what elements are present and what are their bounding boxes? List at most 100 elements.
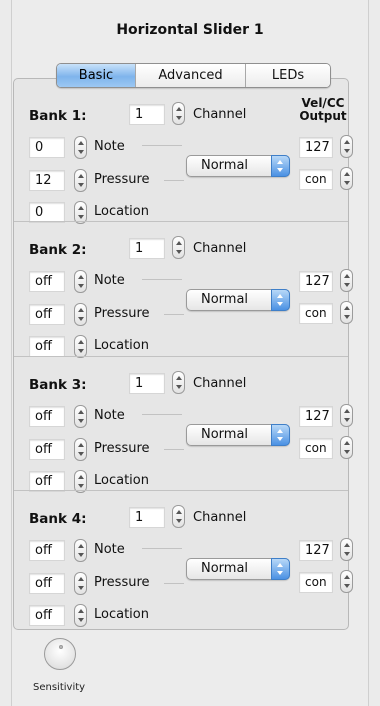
decrement-arrow-icon[interactable] (78, 150, 84, 154)
pressure-field[interactable]: off (29, 439, 65, 460)
increment-arrow-icon[interactable] (78, 141, 84, 145)
velocity-stepper[interactable] (340, 135, 353, 158)
increment-arrow-icon[interactable] (344, 543, 350, 547)
note-field[interactable]: off (29, 406, 65, 427)
cc-output-stepper[interactable] (340, 570, 353, 593)
decrement-arrow-icon[interactable] (344, 552, 350, 556)
pressure-stepper[interactable] (74, 572, 87, 595)
decrement-arrow-icon[interactable] (176, 116, 182, 120)
cc-output-field[interactable]: con (299, 438, 333, 459)
velocity-field[interactable]: 127 (299, 271, 333, 292)
channel-stepper[interactable] (172, 236, 185, 259)
select-arrows-icon[interactable] (271, 155, 290, 177)
increment-arrow-icon[interactable] (78, 443, 84, 447)
cc-output-stepper[interactable] (340, 301, 353, 324)
increment-arrow-icon[interactable] (176, 241, 182, 245)
note-stepper[interactable] (74, 270, 87, 293)
pressure-stepper[interactable] (74, 169, 87, 192)
tab-basic[interactable]: Basic (57, 64, 136, 87)
note-stepper[interactable] (74, 539, 87, 562)
increment-arrow-icon[interactable] (78, 410, 84, 414)
increment-arrow-icon[interactable] (78, 544, 84, 548)
location-stepper[interactable] (74, 604, 87, 627)
decrement-arrow-icon[interactable] (344, 418, 350, 422)
decrement-arrow-icon[interactable] (344, 450, 350, 454)
increment-arrow-icon[interactable] (78, 577, 84, 581)
mode-select[interactable]: Normal (186, 424, 290, 446)
location-field[interactable]: 0 (29, 202, 65, 223)
increment-arrow-icon[interactable] (344, 172, 350, 176)
pressure-field[interactable]: off (29, 573, 65, 594)
channel-stepper[interactable] (172, 505, 185, 528)
decrement-arrow-icon[interactable] (78, 553, 84, 557)
pressure-stepper[interactable] (74, 303, 87, 326)
cc-output-field[interactable]: con (299, 169, 333, 190)
increment-arrow-icon[interactable] (78, 475, 84, 479)
decrement-arrow-icon[interactable] (176, 385, 182, 389)
increment-arrow-icon[interactable] (344, 409, 350, 413)
increment-arrow-icon[interactable] (344, 441, 350, 445)
select-arrows-icon[interactable] (271, 558, 290, 580)
channel-field[interactable]: 1 (129, 373, 165, 394)
note-field[interactable]: off (29, 540, 65, 561)
location-field[interactable]: off (29, 471, 65, 492)
decrement-arrow-icon[interactable] (344, 181, 350, 185)
note-stepper[interactable] (74, 405, 87, 428)
decrement-arrow-icon[interactable] (344, 283, 350, 287)
increment-arrow-icon[interactable] (344, 306, 350, 310)
note-field[interactable]: off (29, 271, 65, 292)
increment-arrow-icon[interactable] (176, 510, 182, 514)
channel-field[interactable]: 1 (129, 104, 165, 125)
decrement-arrow-icon[interactable] (344, 149, 350, 153)
select-arrows-icon[interactable] (271, 289, 290, 311)
pressure-field[interactable]: off (29, 304, 65, 325)
pressure-stepper[interactable] (74, 438, 87, 461)
tab-leds[interactable]: LEDs (246, 64, 330, 87)
mode-select[interactable]: Normal (186, 558, 290, 580)
decrement-arrow-icon[interactable] (78, 618, 84, 622)
location-field[interactable]: off (29, 605, 65, 626)
increment-arrow-icon[interactable] (176, 376, 182, 380)
increment-arrow-icon[interactable] (78, 308, 84, 312)
increment-arrow-icon[interactable] (78, 340, 84, 344)
cc-output-stepper[interactable] (340, 167, 353, 190)
increment-arrow-icon[interactable] (78, 206, 84, 210)
increment-arrow-icon[interactable] (78, 275, 84, 279)
increment-arrow-icon[interactable] (78, 174, 84, 178)
decrement-arrow-icon[interactable] (78, 484, 84, 488)
channel-stepper[interactable] (172, 371, 185, 394)
pressure-field[interactable]: 12 (29, 170, 65, 191)
decrement-arrow-icon[interactable] (78, 419, 84, 423)
mode-select[interactable]: Normal (186, 289, 290, 311)
decrement-arrow-icon[interactable] (78, 452, 84, 456)
channel-stepper[interactable] (172, 102, 185, 125)
increment-arrow-icon[interactable] (78, 609, 84, 613)
cc-output-stepper[interactable] (340, 436, 353, 459)
decrement-arrow-icon[interactable] (78, 586, 84, 590)
increment-arrow-icon[interactable] (344, 274, 350, 278)
decrement-arrow-icon[interactable] (78, 183, 84, 187)
select-arrows-icon[interactable] (271, 424, 290, 446)
velocity-field[interactable]: 127 (299, 137, 333, 158)
sensitivity-knob[interactable] (44, 638, 76, 670)
decrement-arrow-icon[interactable] (78, 317, 84, 321)
velocity-field[interactable]: 127 (299, 406, 333, 427)
increment-arrow-icon[interactable] (344, 140, 350, 144)
decrement-arrow-icon[interactable] (78, 349, 84, 353)
channel-field[interactable]: 1 (129, 238, 165, 259)
cc-output-field[interactable]: con (299, 303, 333, 324)
note-field[interactable]: 0 (29, 137, 65, 158)
mode-select[interactable]: Normal (186, 155, 290, 177)
velocity-stepper[interactable] (340, 538, 353, 561)
decrement-arrow-icon[interactable] (176, 519, 182, 523)
note-stepper[interactable] (74, 136, 87, 159)
location-stepper[interactable] (74, 335, 87, 358)
decrement-arrow-icon[interactable] (78, 215, 84, 219)
decrement-arrow-icon[interactable] (344, 315, 350, 319)
velocity-field[interactable]: 127 (299, 540, 333, 561)
decrement-arrow-icon[interactable] (344, 584, 350, 588)
increment-arrow-icon[interactable] (176, 107, 182, 111)
tab-advanced[interactable]: Advanced (136, 64, 246, 87)
location-field[interactable]: off (29, 336, 65, 357)
velocity-stepper[interactable] (340, 404, 353, 427)
